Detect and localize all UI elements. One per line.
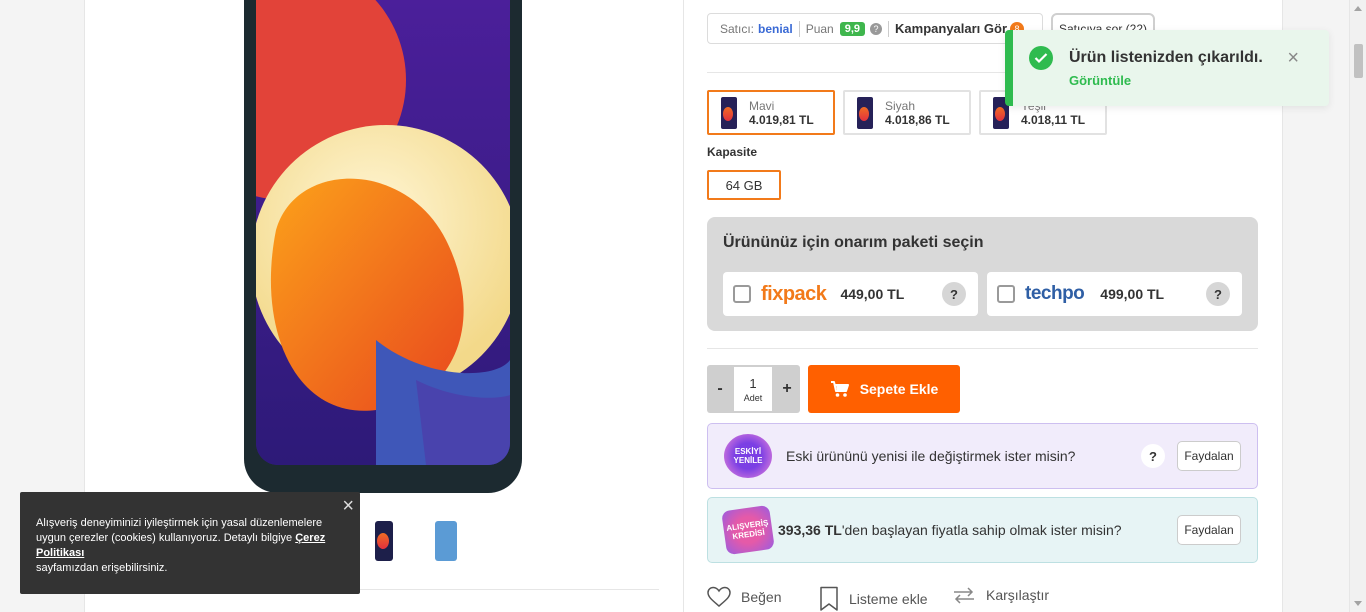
like-label: Beğen: [741, 589, 782, 605]
repair-package-panel: Ürününüz için onarım paketi seçin fixpac…: [707, 217, 1258, 331]
repair-package-techpo[interactable]: techpo 499,00 TL ?: [987, 272, 1242, 316]
toast-view-link[interactable]: Görüntüle: [1069, 73, 1131, 88]
help-icon[interactable]: ?: [1206, 282, 1230, 306]
fixpack-logo: fixpack: [761, 282, 827, 305]
variant-name: Mavi: [749, 98, 775, 113]
quantity-increase-button[interactable]: +: [774, 365, 800, 413]
quantity-unit: Adet: [743, 392, 763, 403]
credit-amount: 393,36 TL: [778, 522, 842, 538]
credit-button[interactable]: Faydalan: [1177, 515, 1241, 545]
compare-button[interactable]: Karşılaştır: [952, 586, 1049, 604]
variant-name: Siyah: [885, 98, 916, 113]
trade-in-logo: ESKİYİ YENİLE: [724, 434, 772, 478]
page-scrollbar[interactable]: [1349, 0, 1366, 612]
quantity-stepper: - 1 Adet +: [707, 365, 800, 413]
capacity-option-64gb[interactable]: 64 GB: [707, 170, 781, 200]
shopping-credit-promo: ALIŞVERİŞ KREDİSİ 393,36 TL'den başlayan…: [707, 497, 1258, 563]
phone-screen: [256, 0, 510, 465]
cookie-message-end: sayfamızdan erişebilirsiniz.: [36, 562, 168, 574]
cookie-message: Alışveriş deneyiminizi iyileştirmek için…: [36, 517, 323, 544]
capacity-label: Kapasite: [707, 145, 758, 159]
scroll-up-icon[interactable]: [1354, 6, 1362, 11]
trade-in-button[interactable]: Faydalan: [1177, 441, 1241, 471]
fixpack-price: 449,00 TL: [840, 286, 905, 302]
campaigns-link[interactable]: Kampanyaları Gör: [895, 21, 1007, 36]
check-circle-icon: [1029, 46, 1053, 70]
bookmark-icon: [820, 586, 838, 611]
credit-text-rest: 'den başlayan fiyatla sahip olmak ister …: [841, 522, 1122, 538]
add-to-cart-button[interactable]: Sepete Ekle: [808, 365, 960, 413]
trade-in-text: Eski ürününü yenisi ile değiştirmek iste…: [786, 448, 1076, 464]
thumbnail-image: [435, 521, 457, 561]
add-to-list-label: Listeme ekle: [849, 591, 928, 607]
quantity-value: 1: [749, 375, 757, 391]
techpo-checkbox[interactable]: [997, 285, 1015, 303]
quantity-decrease-button[interactable]: -: [707, 365, 733, 413]
score-label: Puan: [805, 21, 834, 36]
seller-score-badge: 9,9: [839, 21, 866, 36]
repair-package-fixpack[interactable]: fixpack 449,00 TL ?: [723, 272, 978, 316]
credit-text: 393,36 TL'den başlayan fiyatla sahip olm…: [778, 522, 1122, 538]
help-icon[interactable]: ?: [870, 22, 883, 35]
trade-in-promo: ESKİYİ YENİLE Eski ürününü yenisi ile de…: [707, 423, 1258, 489]
variant-option-black[interactable]: Siyah 4.018,86 TL: [843, 90, 971, 135]
scroll-down-icon[interactable]: [1354, 601, 1362, 606]
variant-price: 4.018,11 TL: [1021, 112, 1086, 127]
fixpack-checkbox[interactable]: [733, 285, 751, 303]
like-button[interactable]: Beğen: [707, 586, 781, 608]
add-to-list-button[interactable]: Listeme ekle: [819, 586, 928, 612]
variant-thumbnail: [857, 96, 873, 129]
compare-icon: [954, 587, 974, 604]
toast-notification: Ürün listenizden çıkarıldı. Görüntüle ×: [1005, 30, 1329, 106]
divider: [683, 0, 684, 612]
techpo-price: 499,00 TL: [1100, 286, 1165, 302]
quantity-input[interactable]: 1 Adet: [734, 367, 772, 411]
thumbnail-image: [375, 521, 393, 561]
compare-label: Karşılaştır: [986, 587, 1050, 603]
variant-price: 4.018,86 TL: [885, 112, 950, 127]
heart-icon: [707, 586, 731, 607]
repair-package-title: Ürününüz için onarım paketi seçin: [723, 234, 984, 251]
shopping-credit-logo: ALIŞVERİŞ KREDİSİ: [721, 504, 775, 556]
variant-thumbnail: [721, 96, 737, 129]
scrollbar-thumb[interactable]: [1354, 44, 1363, 78]
close-icon[interactable]: ×: [342, 496, 354, 516]
variant-option-blue[interactable]: Mavi 4.019,81 TL: [707, 90, 835, 135]
cookie-text: Alışveriş deneyiminizi iyileştirmek için…: [36, 516, 344, 576]
seller-label: Satıcı:: [720, 21, 755, 36]
divider: [798, 20, 800, 37]
thumbnail-front[interactable]: [360, 518, 408, 564]
divider: [888, 20, 890, 37]
seller-name-link[interactable]: benial: [758, 22, 793, 36]
seller-info-bar: Satıcı: benial Puan 9,9 ? Kampanyaları G…: [707, 13, 1043, 44]
toast-message: Ürün listenizden çıkarıldı.: [1069, 49, 1263, 66]
cart-icon: [830, 381, 849, 397]
divider: [707, 348, 1258, 349]
help-icon[interactable]: ?: [942, 282, 966, 306]
close-icon[interactable]: ×: [1287, 48, 1299, 68]
techpo-logo: techpo: [1025, 283, 1085, 304]
thumbnail-back-blue[interactable]: [422, 518, 470, 564]
cookie-banner: × Alışveriş deneyiminizi iyileştirmek iç…: [20, 492, 360, 594]
add-to-cart-label: Sepete Ekle: [859, 381, 939, 397]
help-icon[interactable]: ?: [1141, 444, 1165, 468]
variant-price: 4.019,81 TL: [749, 112, 814, 127]
